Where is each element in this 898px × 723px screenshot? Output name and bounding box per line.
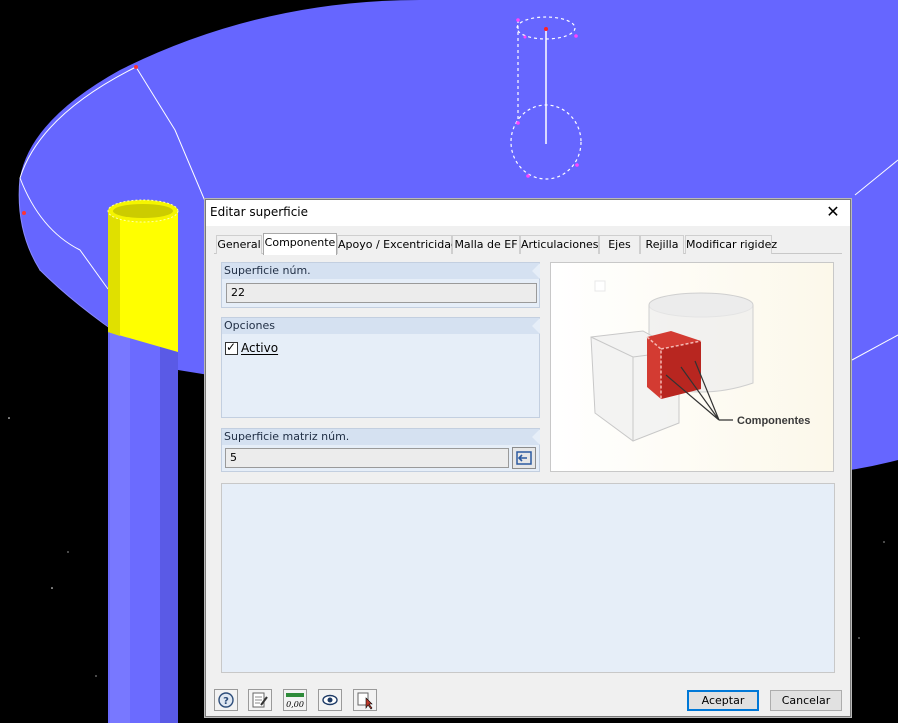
select-button[interactable] — [353, 689, 377, 711]
numeric-value-text: 0,00 — [286, 700, 304, 709]
edit-button[interactable] — [248, 689, 272, 711]
parent-surface-field[interactable]: 5 — [225, 448, 509, 468]
tab-ejes[interactable]: Ejes — [599, 235, 640, 254]
component-preview: Componentes — [550, 262, 834, 472]
options-group: Opciones ✓ Activo — [221, 317, 540, 418]
active-label[interactable]: Activo — [241, 341, 278, 355]
select-icon — [357, 692, 373, 710]
svg-text:?: ? — [223, 696, 229, 707]
help-icon: ? — [218, 692, 234, 708]
parent-surface-group: Superficie matriz núm. 5 — [221, 428, 540, 472]
dialog-title: Editar superficie — [210, 205, 309, 219]
parent-surface-header: Superficie matriz núm. — [222, 429, 540, 445]
tab-apoyo-excentricidad[interactable]: Apoyo / Excentricidad — [337, 235, 458, 254]
numeric-value-button[interactable]: 0,00 — [283, 689, 307, 711]
tab-componente[interactable]: Componente — [263, 233, 337, 255]
close-icon[interactable]: ✕ — [822, 201, 844, 223]
checkmark-icon: ✓ — [226, 340, 237, 354]
cancel-button[interactable]: Cancelar — [770, 690, 842, 711]
dialog-titlebar: Editar superficie ✕ — [206, 200, 850, 226]
surface-number-group: Superficie núm. 22 — [221, 262, 540, 308]
select-in-model-button[interactable] — [512, 447, 536, 469]
active-checkbox[interactable]: ✓ — [225, 340, 238, 355]
surface-number-header: Superficie núm. — [222, 263, 540, 279]
view-icon — [322, 694, 338, 706]
options-header: Opciones — [222, 318, 540, 334]
tab-general[interactable]: General — [216, 235, 262, 254]
components-label: Componentes — [737, 415, 811, 427]
tab-articulaciones[interactable]: Articulaciones — [520, 235, 599, 254]
view-button[interactable] — [318, 689, 342, 711]
edit-icon — [252, 692, 268, 708]
help-button[interactable]: ? — [214, 689, 238, 711]
tab-rejilla[interactable]: Rejilla — [640, 235, 684, 254]
edit-surface-dialog: Editar superficie ✕ General Componente A… — [205, 199, 851, 717]
accept-button[interactable]: Aceptar — [687, 690, 759, 711]
numeric-value-icon: 0,00 — [286, 693, 304, 709]
select-in-model-icon — [516, 451, 532, 465]
surface-number-field[interactable]: 22 — [226, 283, 537, 303]
info-panel — [221, 483, 835, 673]
tab-malla-ef[interactable]: Malla de EF — [452, 235, 520, 254]
tab-modificar-rigidez[interactable]: Modificar rigidez — [685, 235, 777, 254]
component-illustration — [590, 280, 754, 442]
